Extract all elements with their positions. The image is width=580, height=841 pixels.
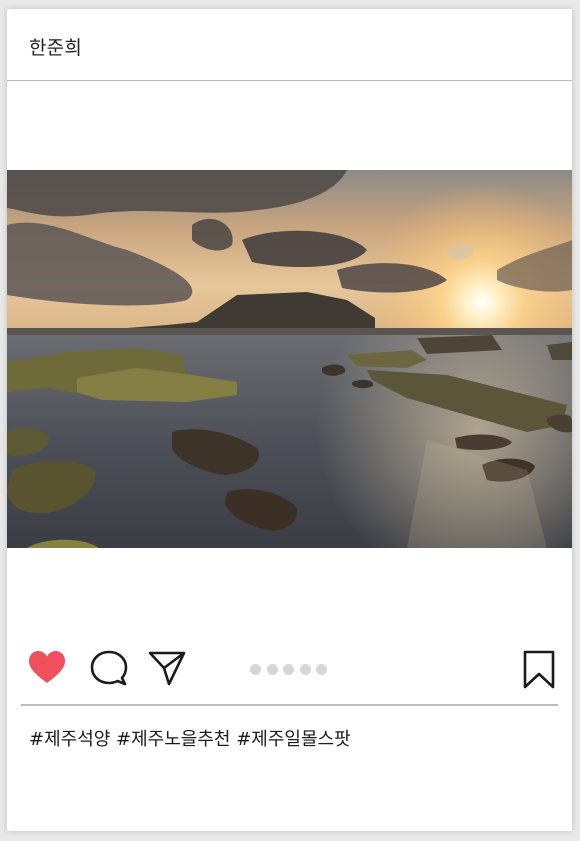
post-card: 한준희 #제주석양 #제주노을추천 #제주일몰스팟 xyxy=(7,9,572,831)
hashtags[interactable]: #제주석양 #제주노을추천 #제주일몰스팟 xyxy=(29,725,351,751)
divider xyxy=(21,704,558,706)
heart-icon[interactable] xyxy=(27,649,67,689)
post-header: 한준희 xyxy=(7,9,572,81)
post-photo[interactable] xyxy=(7,170,572,548)
username[interactable]: 한준희 xyxy=(29,33,82,60)
carousel-dot xyxy=(267,664,278,675)
carousel-dot xyxy=(283,664,294,675)
carousel-dot xyxy=(300,664,311,675)
bookmark-icon[interactable] xyxy=(519,649,559,689)
carousel-dot xyxy=(316,664,327,675)
action-bar xyxy=(7,649,572,699)
send-icon[interactable] xyxy=(147,649,187,689)
sunset-coast-image xyxy=(7,170,572,548)
carousel-dots xyxy=(250,664,330,676)
comment-icon[interactable] xyxy=(89,649,129,689)
carousel-dot xyxy=(250,664,261,675)
